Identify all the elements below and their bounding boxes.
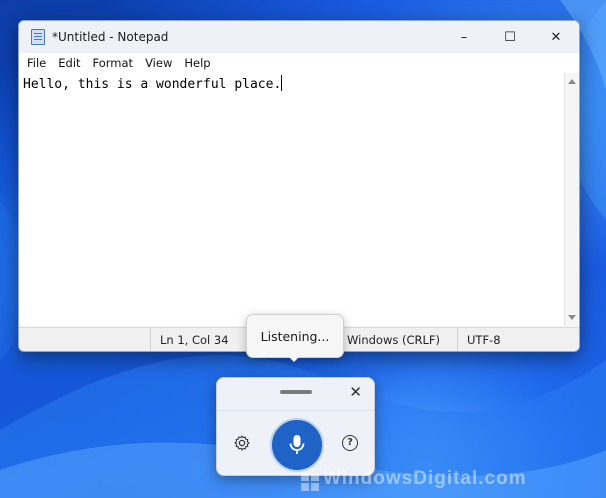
windows-logo-icon xyxy=(301,473,319,491)
scroll-down-icon[interactable] xyxy=(568,315,576,320)
maximize-button[interactable]: ☐ xyxy=(487,21,533,53)
menu-file[interactable]: File xyxy=(21,56,52,70)
vertical-scrollbar[interactable] xyxy=(564,73,579,326)
menu-view[interactable]: View xyxy=(139,56,178,70)
microphone-button[interactable] xyxy=(270,418,324,472)
panel-divider xyxy=(217,410,374,411)
notepad-window: *Untitled - Notepad – ☐ ✕ File Edit Form… xyxy=(18,20,580,352)
menu-bar: File Edit Format View Help xyxy=(19,53,579,74)
microphone-icon xyxy=(289,435,305,454)
tooltip-tail xyxy=(287,355,301,362)
gear-icon[interactable] xyxy=(233,434,251,452)
window-title: *Untitled - Notepad xyxy=(52,30,169,44)
listening-tooltip: Listening... xyxy=(246,314,344,358)
notepad-icon xyxy=(31,29,45,45)
help-icon[interactable]: ? xyxy=(342,435,358,451)
drag-handle[interactable] xyxy=(280,390,312,394)
editor-text: Hello, this is a wonderful place. xyxy=(23,77,282,92)
line-ending: Windows (CRLF) xyxy=(337,328,440,351)
cursor-position: Ln 1, Col 34 xyxy=(150,328,229,351)
text-caret xyxy=(281,75,283,91)
voice-typing-panel: ✕ ? xyxy=(216,377,375,476)
encoding: UTF-8 xyxy=(457,328,501,351)
editor-content[interactable]: Hello, this is a wonderful place. xyxy=(23,75,283,92)
menu-edit[interactable]: Edit xyxy=(52,56,86,70)
text-editor[interactable]: Hello, this is a wonderful place. xyxy=(19,73,565,326)
minimize-button[interactable]: – xyxy=(441,21,487,53)
menu-help[interactable]: Help xyxy=(178,56,216,70)
close-button[interactable]: ✕ xyxy=(533,21,579,53)
scroll-up-icon[interactable] xyxy=(568,79,576,84)
watermark: WindowsDigital.com xyxy=(323,468,527,489)
menu-format[interactable]: Format xyxy=(87,56,140,70)
title-bar[interactable]: *Untitled - Notepad – ☐ ✕ xyxy=(19,21,579,53)
close-icon[interactable]: ✕ xyxy=(349,383,362,401)
